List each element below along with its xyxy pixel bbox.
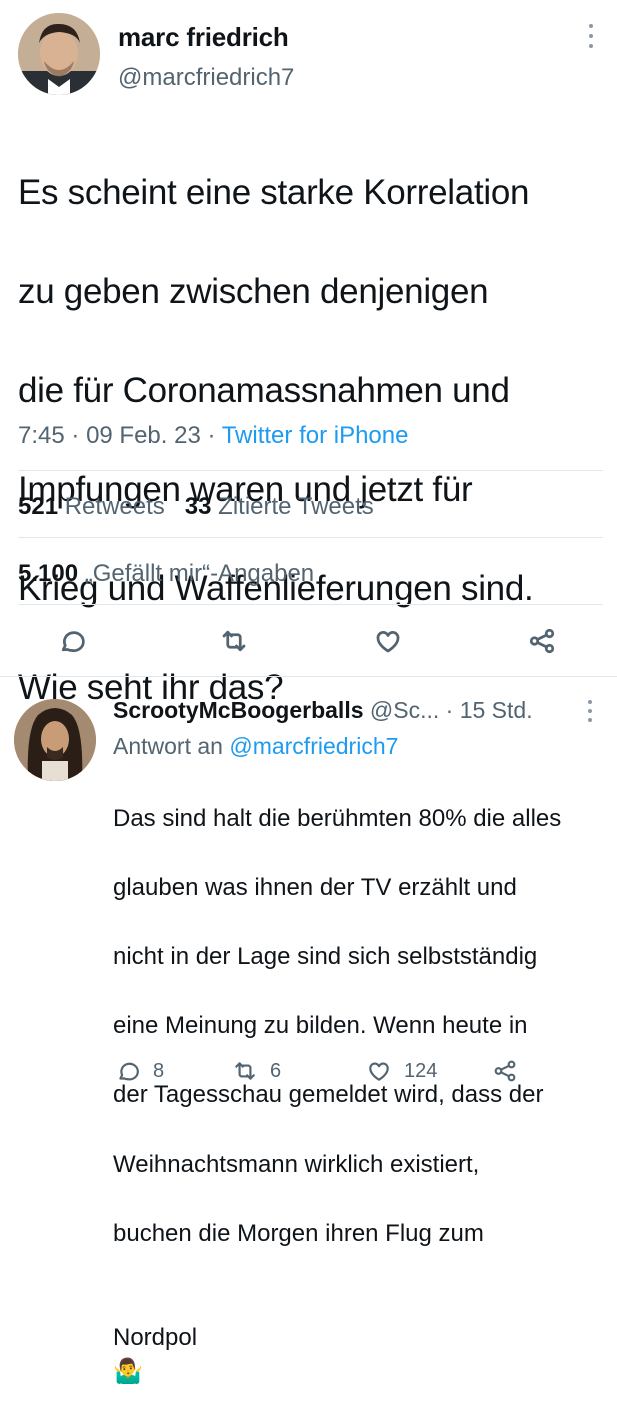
- tweet-text-line: zu geben zwischen denjenigen: [18, 271, 489, 311]
- quotes-count: 33: [184, 493, 212, 520]
- like-button[interactable]: [363, 616, 413, 666]
- meta-separator: ·: [207, 422, 222, 449]
- reply-author-handle[interactable]: @Sc...: [370, 697, 439, 723]
- reply-like-button[interactable]: 124: [366, 1058, 437, 1084]
- reply-to-handle-link[interactable]: @marcfriedrich7: [229, 733, 398, 759]
- retweet-icon: [222, 630, 246, 652]
- retweet-stats: 521 Retweets 33 Zitierte Tweets: [18, 493, 374, 521]
- reply-share-button[interactable]: [492, 1058, 518, 1084]
- retweets-link[interactable]: 521 Retweets: [18, 493, 165, 520]
- reply-text-line: eine Meinung zu bilden. Wenn heute in: [113, 1012, 528, 1040]
- tweet-source-link[interactable]: Twitter for iPhone: [222, 422, 409, 449]
- share-button[interactable]: [517, 616, 567, 666]
- reply-text-line: buchen die Morgen ihren Flug zum: [113, 1219, 484, 1247]
- reply-button[interactable]: [47, 616, 97, 666]
- reply-reply-button[interactable]: 8: [115, 1058, 164, 1084]
- divider: [18, 537, 603, 538]
- retweets-label: Retweets: [64, 493, 165, 520]
- likes-count: 5.100: [18, 560, 79, 587]
- divider: [18, 604, 603, 605]
- reply-time[interactable]: 15 Std.: [460, 697, 533, 723]
- reply-author-name[interactable]: ScrootyMcBoogerballs: [113, 697, 364, 723]
- meta-separator: ·: [71, 422, 87, 449]
- reply-count: 8: [153, 1059, 165, 1082]
- reply-text-line: nicht in der Lage sind sich selbstständi…: [113, 942, 538, 970]
- reply-text-last: Nordpol: [113, 1323, 198, 1351]
- tweet-meta: 7:45 · 09 Feb. 23 · Twitter for iPhone: [18, 422, 408, 450]
- author-handle[interactable]: @marcfriedrich7: [118, 64, 294, 92]
- more-options-icon[interactable]: [584, 24, 598, 58]
- tweet-text-line: Es scheint eine starke Korrelation: [18, 172, 530, 212]
- reply-retweet-button[interactable]: 6: [232, 1058, 281, 1084]
- tweet-text-line: die für Coronamassnahmen und: [18, 370, 510, 410]
- avatar-photo: [18, 13, 100, 95]
- likes-label: „Gefällt mir“-Angaben: [84, 560, 315, 587]
- share-icon: [529, 628, 555, 654]
- tweet-time[interactable]: 7:45: [18, 422, 65, 449]
- like-icon: [376, 631, 400, 653]
- reply-header: ScrootyMcBoogerballs @Sc... · 15 Std.: [113, 697, 533, 724]
- retweet-button[interactable]: [209, 616, 259, 666]
- retweets-count: 521: [18, 493, 59, 520]
- author-avatar[interactable]: [18, 13, 100, 95]
- like-count: 124: [404, 1059, 438, 1082]
- reply-icon: [61, 631, 85, 653]
- like-icon: [369, 1062, 389, 1081]
- reply-icon: [119, 1062, 139, 1081]
- retweet-icon: [235, 1062, 255, 1080]
- share-icon: [494, 1060, 516, 1082]
- quotes-link[interactable]: 33 Zitierte Tweets: [185, 493, 374, 520]
- reply-more-options-icon[interactable]: [583, 700, 597, 730]
- reply-text-line: Weihnachtsmann wirklich existiert,: [113, 1150, 480, 1178]
- shrug-emoji: 🤷‍♂️: [113, 1358, 143, 1386]
- reply-to: Antwort an @marcfriedrich7: [113, 733, 398, 760]
- reply-author-avatar[interactable]: [14, 699, 96, 781]
- author-name[interactable]: marc friedrich: [118, 22, 289, 53]
- divider: [0, 676, 617, 677]
- reply-text: Das sind halt die berühmten 80% die alle…: [113, 767, 608, 1424]
- retweet-count: 6: [270, 1059, 282, 1082]
- reply-to-label: Antwort an: [113, 733, 223, 759]
- reply-actions: 8 6 124: [0, 1058, 617, 1088]
- quotes-label: Zitierte Tweets: [218, 493, 374, 520]
- tweet-actions: [0, 616, 617, 666]
- avatar-photo: [14, 699, 96, 781]
- divider: [18, 470, 603, 471]
- likes-link[interactable]: 5.100 „Gefällt mir“-Angaben: [18, 560, 314, 588]
- reply-text-line: Das sind halt die berühmten 80% die alle…: [113, 804, 562, 832]
- meta-separator: ·: [445, 697, 460, 723]
- tweet-date[interactable]: 09 Feb. 23: [86, 422, 201, 449]
- reply-text-line: Nordpol 🤷‍♂️: [113, 1286, 608, 1390]
- reply-text-line: glauben was ihnen der TV erzählt und: [113, 873, 517, 901]
